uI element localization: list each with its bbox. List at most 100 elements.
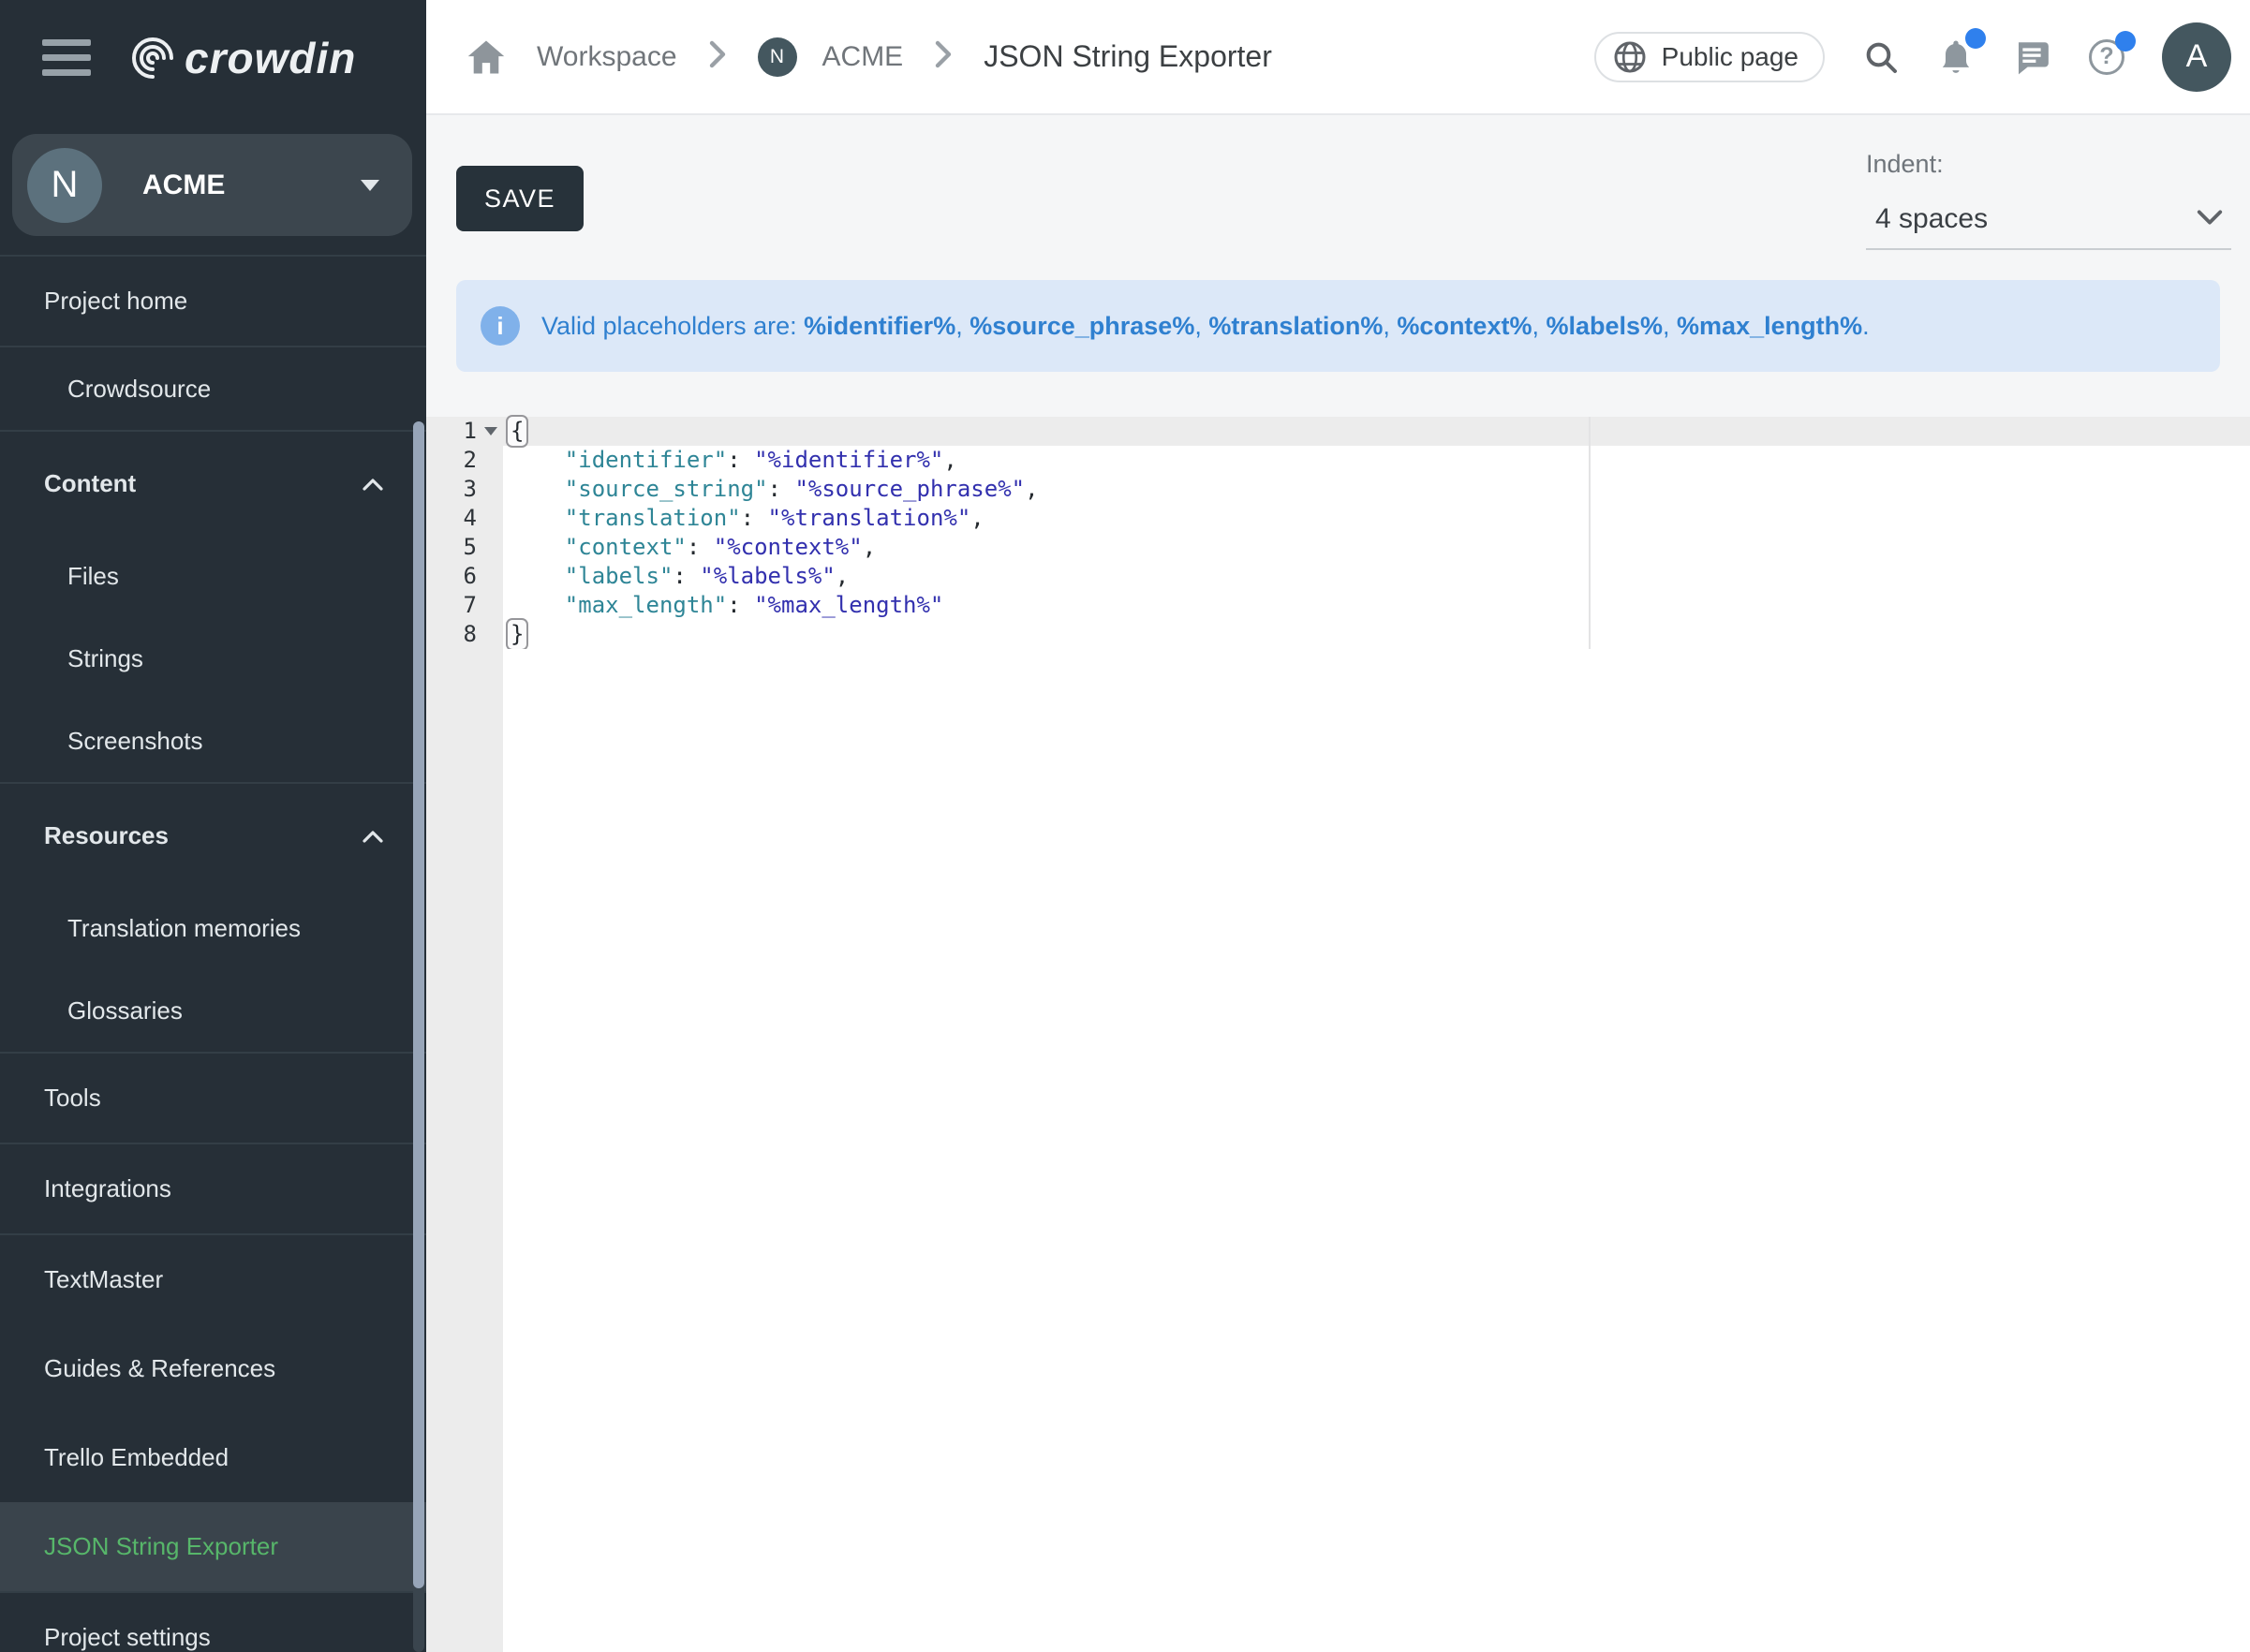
line-number: 6 — [426, 562, 503, 591]
sidebar-item-trello-embedded[interactable]: Trello Embedded — [0, 1413, 426, 1502]
crowdin-logo-icon — [128, 34, 177, 82]
sidebar-item-json-string-exporter[interactable]: JSON String Exporter — [0, 1502, 426, 1591]
editor-line[interactable]: 2 "identifier": "%identifier%", — [426, 446, 2250, 475]
breadcrumb-project-avatar: N — [758, 37, 797, 77]
sidebar-item-strings[interactable]: Strings — [0, 617, 426, 700]
sidebar-scrollbar-thumb[interactable] — [413, 421, 424, 1588]
sidebar-item-glossaries[interactable]: Glossaries — [0, 969, 426, 1052]
chevron-up-icon — [362, 469, 384, 498]
line-number: 3 — [426, 475, 503, 504]
sidebar-item-resources[interactable]: Resources — [0, 784, 426, 887]
help-button[interactable]: ? — [2089, 39, 2124, 75]
sidebar-item-label: Resources — [44, 821, 169, 850]
code-token-plain: : — [768, 476, 795, 502]
sidebar-item-label: Glossaries — [67, 996, 183, 1025]
sidebar-item-guides-references[interactable]: Guides & References — [0, 1324, 426, 1413]
code-token-key: "max_length" — [565, 592, 727, 618]
code-editor[interactable]: 1{2 "identifier": "%identifier%",3 "sour… — [426, 417, 2250, 1652]
globe-icon — [1613, 40, 1647, 74]
code-token-str: "%context%" — [714, 534, 863, 560]
hamburger-menu-icon[interactable] — [42, 31, 91, 84]
search-button[interactable] — [1862, 38, 1900, 76]
project-name: ACME — [142, 170, 361, 201]
sidebar-item-label: Integrations — [44, 1174, 171, 1203]
code-filler — [503, 649, 2250, 1652]
project-selector[interactable]: N ACME — [12, 134, 412, 236]
sidebar-item-textmaster[interactable]: TextMaster — [0, 1235, 426, 1324]
code-token-key: "translation" — [565, 505, 741, 531]
code-token-plain: , — [943, 447, 956, 473]
info-icon: i — [481, 306, 520, 346]
sidebar-item-label: Project home — [44, 287, 187, 316]
app: crowdin N ACME Project home CrowdsourceCo… — [0, 0, 2250, 1652]
code-line-text: "translation": "%translation%", — [503, 504, 2250, 533]
chevron-up-icon — [362, 821, 384, 850]
sidebar-item-project-settings[interactable]: Project settings — [0, 1593, 426, 1652]
sidebar-header: crowdin — [0, 0, 426, 115]
sidebar-item-label: Guides & References — [44, 1354, 275, 1383]
placeholder-token: %identifier% — [804, 312, 955, 340]
sidebar-item-files[interactable]: Files — [0, 535, 426, 617]
sidebar-item-screenshots[interactable]: Screenshots — [0, 700, 426, 782]
breadcrumb-workspace[interactable]: Workspace — [537, 41, 677, 73]
sidebar-item-translation-memories[interactable]: Translation memories — [0, 887, 426, 969]
placeholder-token: %max_length% — [1677, 312, 1862, 340]
code-token-plain: , — [970, 505, 984, 531]
editor-line[interactable]: 8} — [426, 620, 2250, 649]
sidebar-item-label: JSON String Exporter — [44, 1532, 278, 1561]
fold-caret-icon[interactable] — [484, 427, 497, 435]
user-avatar[interactable]: A — [2162, 22, 2231, 92]
topbar: Workspace N ACME JSON String Exporter — [426, 0, 2250, 115]
sidebar-nav: Project home CrowdsourceContentFiles Strin… — [0, 255, 426, 1652]
crowdin-logo[interactable]: crowdin — [128, 33, 356, 83]
indent-control: Indent: 4 spaces — [1866, 150, 2231, 250]
editor-line[interactable]: 3 "source_string": "%source_phrase%", — [426, 475, 2250, 504]
editor-line[interactable]: 4 "translation": "%translation%", — [426, 504, 2250, 533]
topbar-actions: Public page — [1594, 22, 2231, 92]
code-token-plain: : — [741, 505, 768, 531]
indent-value: 4 spaces — [1875, 203, 1988, 235]
code-token-plain: : — [727, 447, 754, 473]
sidebar-item-tools[interactable]: Tools — [0, 1054, 426, 1143]
editor-line[interactable]: 7 "max_length": "%max_length%" — [426, 591, 2250, 620]
sidebar-item-content[interactable]: Content — [0, 432, 426, 535]
code-line-text: "source_string": "%source_phrase%", — [503, 475, 2250, 504]
info-banner: i Valid placeholders are: %identifier%, … — [456, 280, 2220, 372]
public-page-button[interactable]: Public page — [1594, 32, 1825, 82]
code-token-plain — [511, 476, 565, 502]
notifications-button[interactable] — [1937, 37, 1975, 78]
code-token-plain: : — [727, 592, 754, 618]
code-line-text: "labels": "%labels%", — [503, 562, 2250, 591]
line-number: 7 — [426, 591, 503, 620]
code-token-str: "%source_phrase%" — [794, 476, 1025, 502]
save-button[interactable]: SAVE — [456, 166, 584, 231]
code-token-plain — [511, 505, 565, 531]
placeholder-token: %source_phrase% — [970, 312, 1194, 340]
line-number: 1 — [426, 417, 503, 446]
indent-select[interactable]: 4 spaces — [1866, 194, 2231, 250]
sidebar-item-label: Screenshots — [67, 727, 203, 756]
editor-line[interactable]: 1{ — [426, 417, 2250, 446]
sidebar-item-crowdsource[interactable]: Crowdsource — [0, 347, 426, 430]
breadcrumb: Workspace N ACME JSON String Exporter — [466, 37, 1594, 77]
info-banner-text: Valid placeholders are: %identifier%, %s… — [541, 312, 1870, 341]
messages-button[interactable] — [2012, 37, 2051, 77]
indent-label: Indent: — [1866, 150, 2231, 179]
sidebar-item-label: Strings — [67, 644, 143, 673]
placeholder-token: %labels% — [1546, 312, 1663, 340]
code-token-brace: { — [508, 417, 526, 446]
code-line-text: "identifier": "%identifier%", — [503, 446, 2250, 475]
code-line-text: "context": "%context%", — [503, 533, 2250, 562]
editor-line[interactable]: 5 "context": "%context%", — [426, 533, 2250, 562]
editor-line[interactable]: 6 "labels": "%labels%", — [426, 562, 2250, 591]
home-icon[interactable] — [466, 38, 506, 76]
sidebar-item-project-home[interactable]: Project home — [0, 257, 426, 346]
code-line-text: { — [503, 417, 2250, 446]
chevron-right-icon — [934, 39, 953, 74]
editor-empty-area[interactable] — [426, 649, 2250, 1652]
sidebar-item-integrations[interactable]: Integrations — [0, 1144, 426, 1233]
breadcrumb-project[interactable]: ACME — [822, 41, 904, 73]
code-line-text: "max_length": "%max_length%" — [503, 591, 2250, 620]
sidebar-item-label: TextMaster — [44, 1265, 163, 1294]
sidebar: crowdin N ACME Project home CrowdsourceCo… — [0, 0, 426, 1652]
